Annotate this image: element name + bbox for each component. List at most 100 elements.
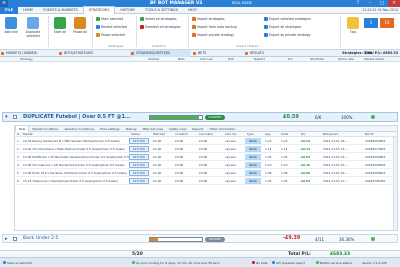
detail-tab-selection-conditions[interactable]: Selection Conditions (62, 126, 98, 132)
restart-selected-button[interactable]: Restart selected (96, 25, 127, 29)
start-all-button[interactable]: Start all (52, 17, 68, 34)
bet-pl: £0.03 (301, 179, 311, 183)
bet-odds: 1.06 (281, 171, 288, 175)
bet-row[interactable]: 1 10-43 Racing Santander B v SRD Veneer C… (15, 137, 397, 145)
bet-avg: 1.10 (265, 163, 272, 167)
bet-matched: £1.00 (153, 163, 162, 167)
start-all-label: Start all (53, 30, 67, 34)
view-tab-results[interactable]: RESULTS (244, 50, 284, 57)
bets-scrollbar[interactable] (393, 137, 397, 230)
ribbon-divider (92, 16, 93, 47)
status-badge: STARTED (205, 115, 225, 120)
betfair-status-label: Betfair service status (320, 261, 352, 265)
export-all-button[interactable]: Export all strategies (264, 25, 301, 29)
bet-bet-id: 43186073009 (365, 147, 386, 151)
view-tab-bets[interactable]: BETS (192, 50, 232, 57)
minimize-button[interactable]: – (364, 0, 376, 7)
bet-status-badge: SETTLED (129, 162, 149, 168)
help-window-button[interactable]: ? (352, 0, 364, 7)
strategy-win-total: 4/11 (315, 237, 324, 242)
tab-home[interactable]: HOME (18, 7, 38, 14)
bet-row[interactable]: 5 13-00 Porto U19 v Perreiras U19(Over/Un… (15, 169, 397, 177)
detail-tab-bets[interactable]: Bets (15, 125, 30, 132)
close-button[interactable]: ✕ (388, 0, 400, 7)
deselect-all-button[interactable]: Deselect all strategies (140, 25, 181, 29)
duplicate-selected-button[interactable]: Duplicate selected (22, 17, 44, 38)
bet-bet-id: 43228796355 (365, 179, 386, 183)
status-badge: PAUSED (205, 237, 225, 242)
pause-all-button[interactable]: Pause all (72, 17, 88, 34)
add-new-button[interactable]: Add new (3, 17, 19, 34)
restart-selected-label: Restart selected (101, 25, 127, 29)
bet-last: cas.aus (225, 147, 236, 151)
bet-n: 6 (17, 179, 19, 183)
api-requests-label: API requests report (276, 261, 305, 265)
uptime-label: Up and running for 6 days, 12 hrs, 20 mi… (136, 261, 220, 265)
detail-tab-market-conditions[interactable]: Market Conditions (29, 126, 61, 132)
window-title: BF BOT MANAGER V3 (150, 1, 203, 6)
tile-5[interactable]: 5 (364, 18, 378, 28)
tab-strategies[interactable]: STRATEGIES (82, 6, 116, 14)
ribbon-tabs: FILE HOME EVENTS & MARKETS STRATEGIES HI… (0, 6, 400, 14)
tips-button[interactable]: Tips (346, 17, 360, 34)
bet-row[interactable]: 3 13-00 Pathfinder v FK Neuhofen Kempen(O… (15, 153, 397, 161)
duplicate-selected-label: Duplicate selected (25, 30, 41, 38)
strategy-row[interactable]: ▾ DUPLICATE Futebol | Over 0.5 FT @1... … (2, 112, 398, 122)
betfair-status-button[interactable]: Betfair service status (316, 258, 352, 267)
tips-label: Tips (349, 30, 357, 34)
expand-icon[interactable]: ▸ (5, 236, 8, 242)
detail-tab-staking[interactable]: Staking (123, 126, 140, 132)
ribbon-divider (340, 16, 341, 47)
row-checkbox[interactable] (13, 115, 17, 119)
bet-pl: £0.10 (301, 163, 311, 167)
camera-icon (3, 261, 6, 264)
restart-icon (96, 25, 100, 29)
bet-last: cas.aus (225, 163, 236, 167)
ribbon-divider (48, 16, 49, 47)
tile-10[interactable]: 10 (380, 18, 394, 28)
row-checkbox[interactable] (13, 237, 17, 241)
tab-events-markets[interactable]: EVENTS & MARKETS (38, 7, 82, 14)
start-all-icon (54, 17, 66, 29)
detail-tab-after-bet-rules[interactable]: After bet rules (140, 126, 167, 132)
collapse-icon[interactable]: ▾ (5, 114, 8, 120)
detail-tab-price-settings[interactable]: Price settings (97, 126, 123, 132)
view-tab-bots[interactable]: BOTS/STRATEGIES (58, 50, 116, 57)
bet-row[interactable]: 6 15-15 Villenonne v Sevilla(Over/Under 0… (15, 177, 397, 185)
bet-avg: 1.06 (265, 171, 272, 175)
import-auto-backup-button[interactable]: Import from auto backup (192, 25, 237, 29)
save-screenshot-button[interactable]: Save screenshot (3, 258, 32, 267)
strategy-row[interactable]: ▸ Back Under 2.5 PAUSED -£9.39 4/11 36.3… (2, 234, 398, 243)
bet-last: cas.aus (225, 179, 236, 183)
detail-tab-other-information[interactable]: Other information (207, 126, 239, 132)
bet-matched: £1.00 (153, 147, 162, 151)
pause-selected-button[interactable]: Pause selected (96, 33, 125, 37)
strategy-pl: -£9.39 (283, 236, 301, 241)
import-private-button[interactable]: Import private strategy (192, 33, 234, 37)
view-tab-markets[interactable]: MARKETS (TABBED) (0, 50, 56, 57)
progress-fill (150, 238, 158, 241)
markets-icon (1, 52, 4, 55)
select-all-button[interactable]: Select all strategies (140, 17, 177, 21)
bet-row[interactable]: 4 13-00 CD Guarnizo v CD Naval(Over/Under… (15, 161, 397, 169)
detail-tab-reports[interactable]: Reports (189, 126, 206, 132)
bet-type-badge: BACK (245, 154, 261, 160)
tab-history[interactable]: HISTORY (115, 7, 140, 14)
bet-row[interactable]: 2 10-20 CD Cobreloane v Betis B(Over/Unde… (15, 145, 397, 153)
view-tab-steamers[interactable]: STEAMERS/DRIFTERS (130, 50, 190, 57)
api-requests-button[interactable]: API requests report (272, 258, 305, 267)
tab-help[interactable]: HELP (183, 7, 202, 14)
lightbulb-icon (347, 17, 359, 29)
export-private-button[interactable]: Export as private strategy (264, 33, 311, 37)
import-strategies-button[interactable]: Import strategies (192, 17, 225, 21)
export-selected-button[interactable]: Export selected strategies (264, 17, 311, 21)
start-selected-button[interactable]: Start selected (96, 17, 123, 21)
bet-n: 3 (17, 155, 19, 159)
tab-tools-settings[interactable]: TOOLS & SETTINGS (140, 7, 183, 14)
maximize-button[interactable]: □ (376, 0, 388, 7)
mode-label: REAL MODE (232, 1, 253, 5)
detail-tab-safety-rules[interactable]: Safety rules (166, 126, 189, 132)
bet-status-badge: SETTLED (129, 154, 149, 160)
tab-file[interactable]: FILE (0, 6, 19, 14)
bet-cancelled: £0.00 (199, 171, 208, 175)
